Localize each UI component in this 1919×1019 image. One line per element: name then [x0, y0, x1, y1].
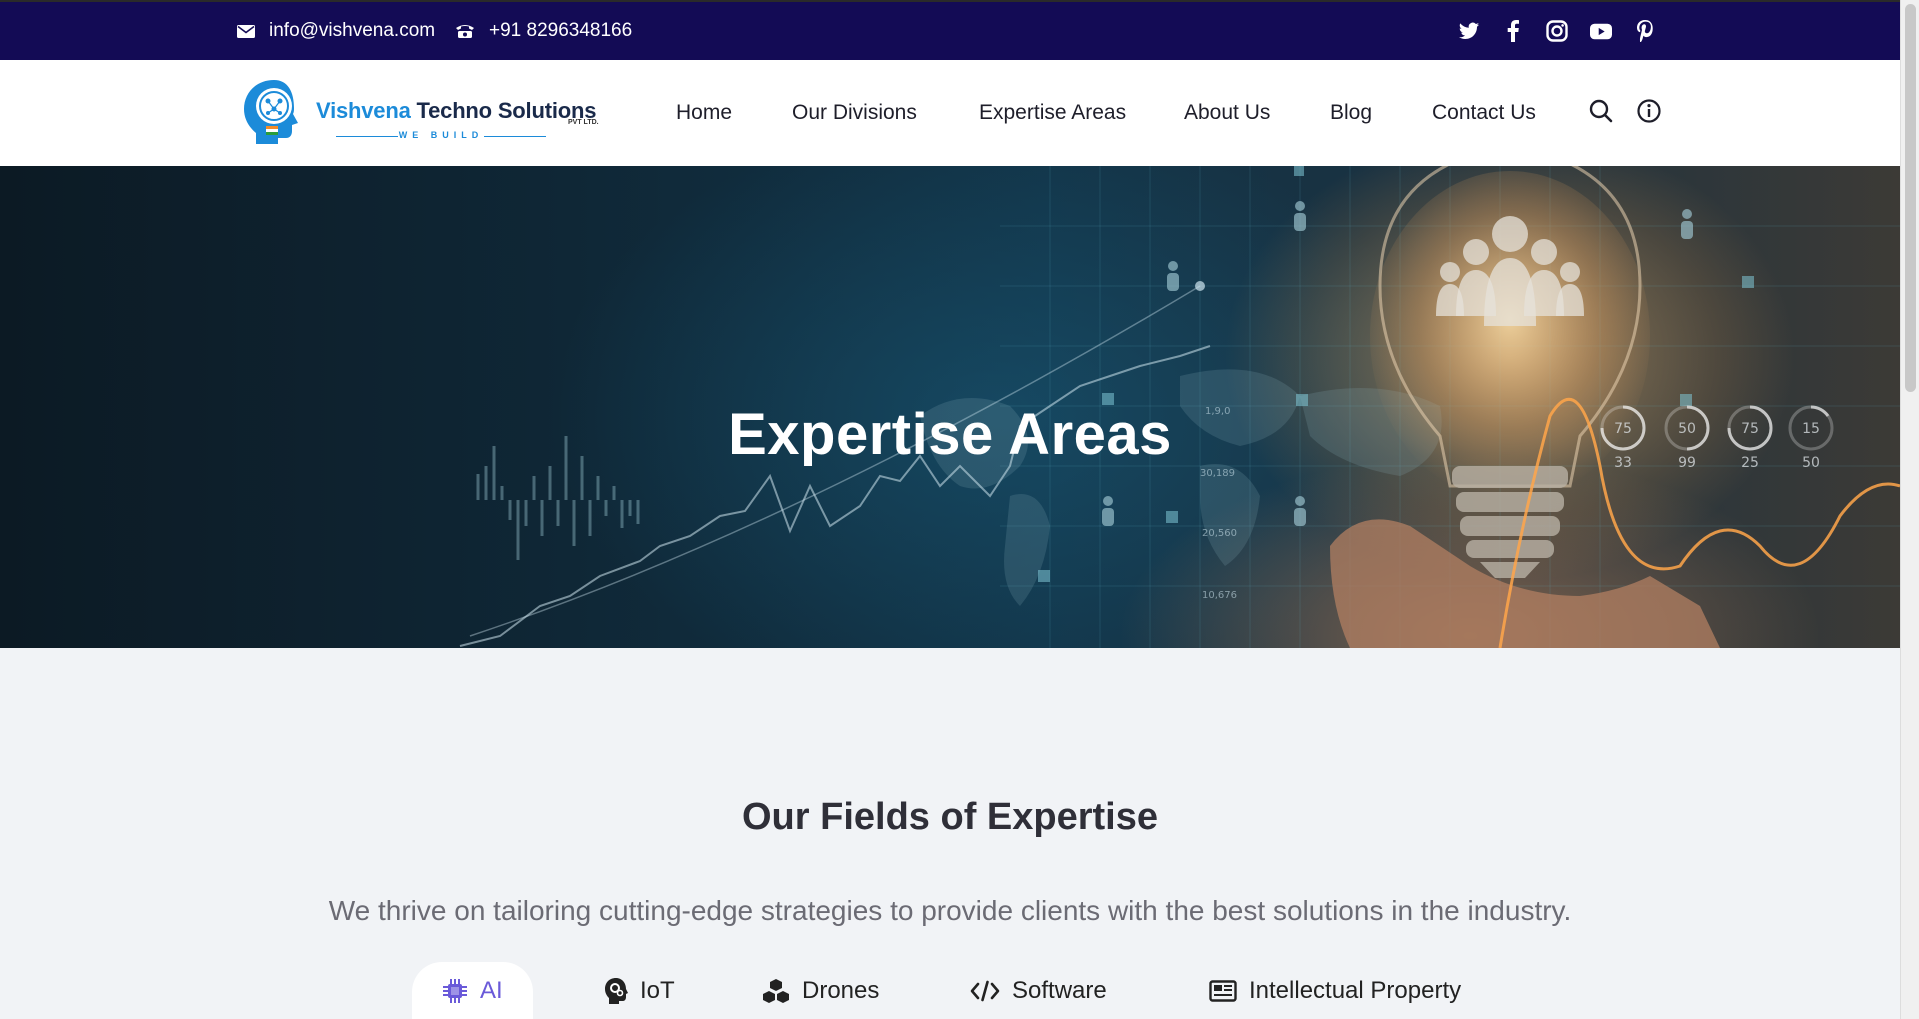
newspaper-icon — [1209, 979, 1237, 1002]
tab-label: Drones — [802, 976, 880, 1004]
tab-label: Software — [1012, 976, 1107, 1004]
brain-head-logo-icon — [244, 80, 298, 144]
instagram-icon[interactable] — [1546, 20, 1568, 42]
section-title: Our Fields of Expertise — [742, 796, 1158, 838]
brand-suffix: PVT LTD. — [568, 119, 599, 126]
facebook-icon[interactable] — [1502, 20, 1524, 42]
nav-item-blog[interactable]: Blog — [1330, 101, 1372, 125]
nav-item-home[interactable]: Home — [676, 101, 732, 125]
section-subtitle: We thrive on tailoring cutting-edge stra… — [328, 895, 1572, 926]
phone-text[interactable]: +91 8296348166 — [489, 20, 632, 42]
map-label: 20,560 — [1202, 528, 1237, 539]
hero-banner: 1,9,0 30,189 20,560 10,676 75 33 50 99 7… — [0, 166, 1900, 648]
cubes-icon — [763, 978, 789, 1003]
nav-item-contact-us[interactable]: Contact Us — [1432, 101, 1536, 125]
envelope-icon — [237, 24, 255, 38]
search-icon[interactable] — [1588, 98, 1614, 124]
brand-logo[interactable]: Vishvena Techno Solutions PVT LTD. WE BU… — [238, 76, 608, 148]
nav-item-about-us[interactable]: About Us — [1184, 101, 1270, 125]
tab-label: AI — [480, 976, 503, 1004]
nav-item-expertise-areas[interactable]: Expertise Areas — [979, 101, 1126, 125]
pinterest-icon[interactable] — [1634, 20, 1656, 42]
code-icon — [970, 980, 1000, 1001]
map-label: 10,676 — [1202, 590, 1237, 601]
scrollbar-thumb[interactable] — [1905, 4, 1916, 392]
brand-tagline: WE BUILD — [336, 130, 546, 140]
tab-software[interactable]: Software — [970, 962, 1107, 1019]
hero-title: Expertise Areas — [728, 402, 1172, 467]
info-icon[interactable] — [1636, 98, 1662, 124]
nav-item-our-divisions[interactable]: Our Divisions — [792, 101, 917, 125]
tab-ai[interactable]: AI — [412, 962, 533, 1019]
social-links — [1458, 2, 1656, 60]
site-header: Vishvena Techno Solutions PVT LTD. WE BU… — [0, 60, 1900, 166]
expertise-tabs: AI IoT Drones Software Intellectual Prop… — [0, 962, 1900, 1019]
tab-label: Intellectual Property — [1249, 976, 1462, 1004]
tab-label: IoT — [640, 976, 675, 1004]
phone-icon — [456, 25, 474, 38]
brand-name: Vishvena Techno Solutions — [316, 98, 597, 123]
tab-intellectual-property[interactable]: Intellectual Property — [1209, 962, 1461, 1019]
phone-contact[interactable]: +91 8296348166 — [455, 2, 632, 60]
email-text[interactable]: info@vishvena.com — [269, 20, 435, 42]
tab-drones[interactable]: Drones — [762, 962, 879, 1019]
twitter-icon[interactable] — [1458, 20, 1480, 42]
email-contact[interactable]: info@vishvena.com — [237, 2, 435, 60]
chip-icon — [443, 978, 467, 1003]
map-label: 30,189 — [1200, 468, 1235, 479]
tab-iot[interactable]: IoT — [604, 962, 675, 1019]
youtube-icon[interactable] — [1590, 20, 1612, 42]
top-contact-bar: info@vishvena.com +91 8296348166 — [0, 0, 1900, 60]
page-scrollbar[interactable] — [1900, 0, 1919, 1019]
head-gears-icon — [605, 977, 628, 1004]
